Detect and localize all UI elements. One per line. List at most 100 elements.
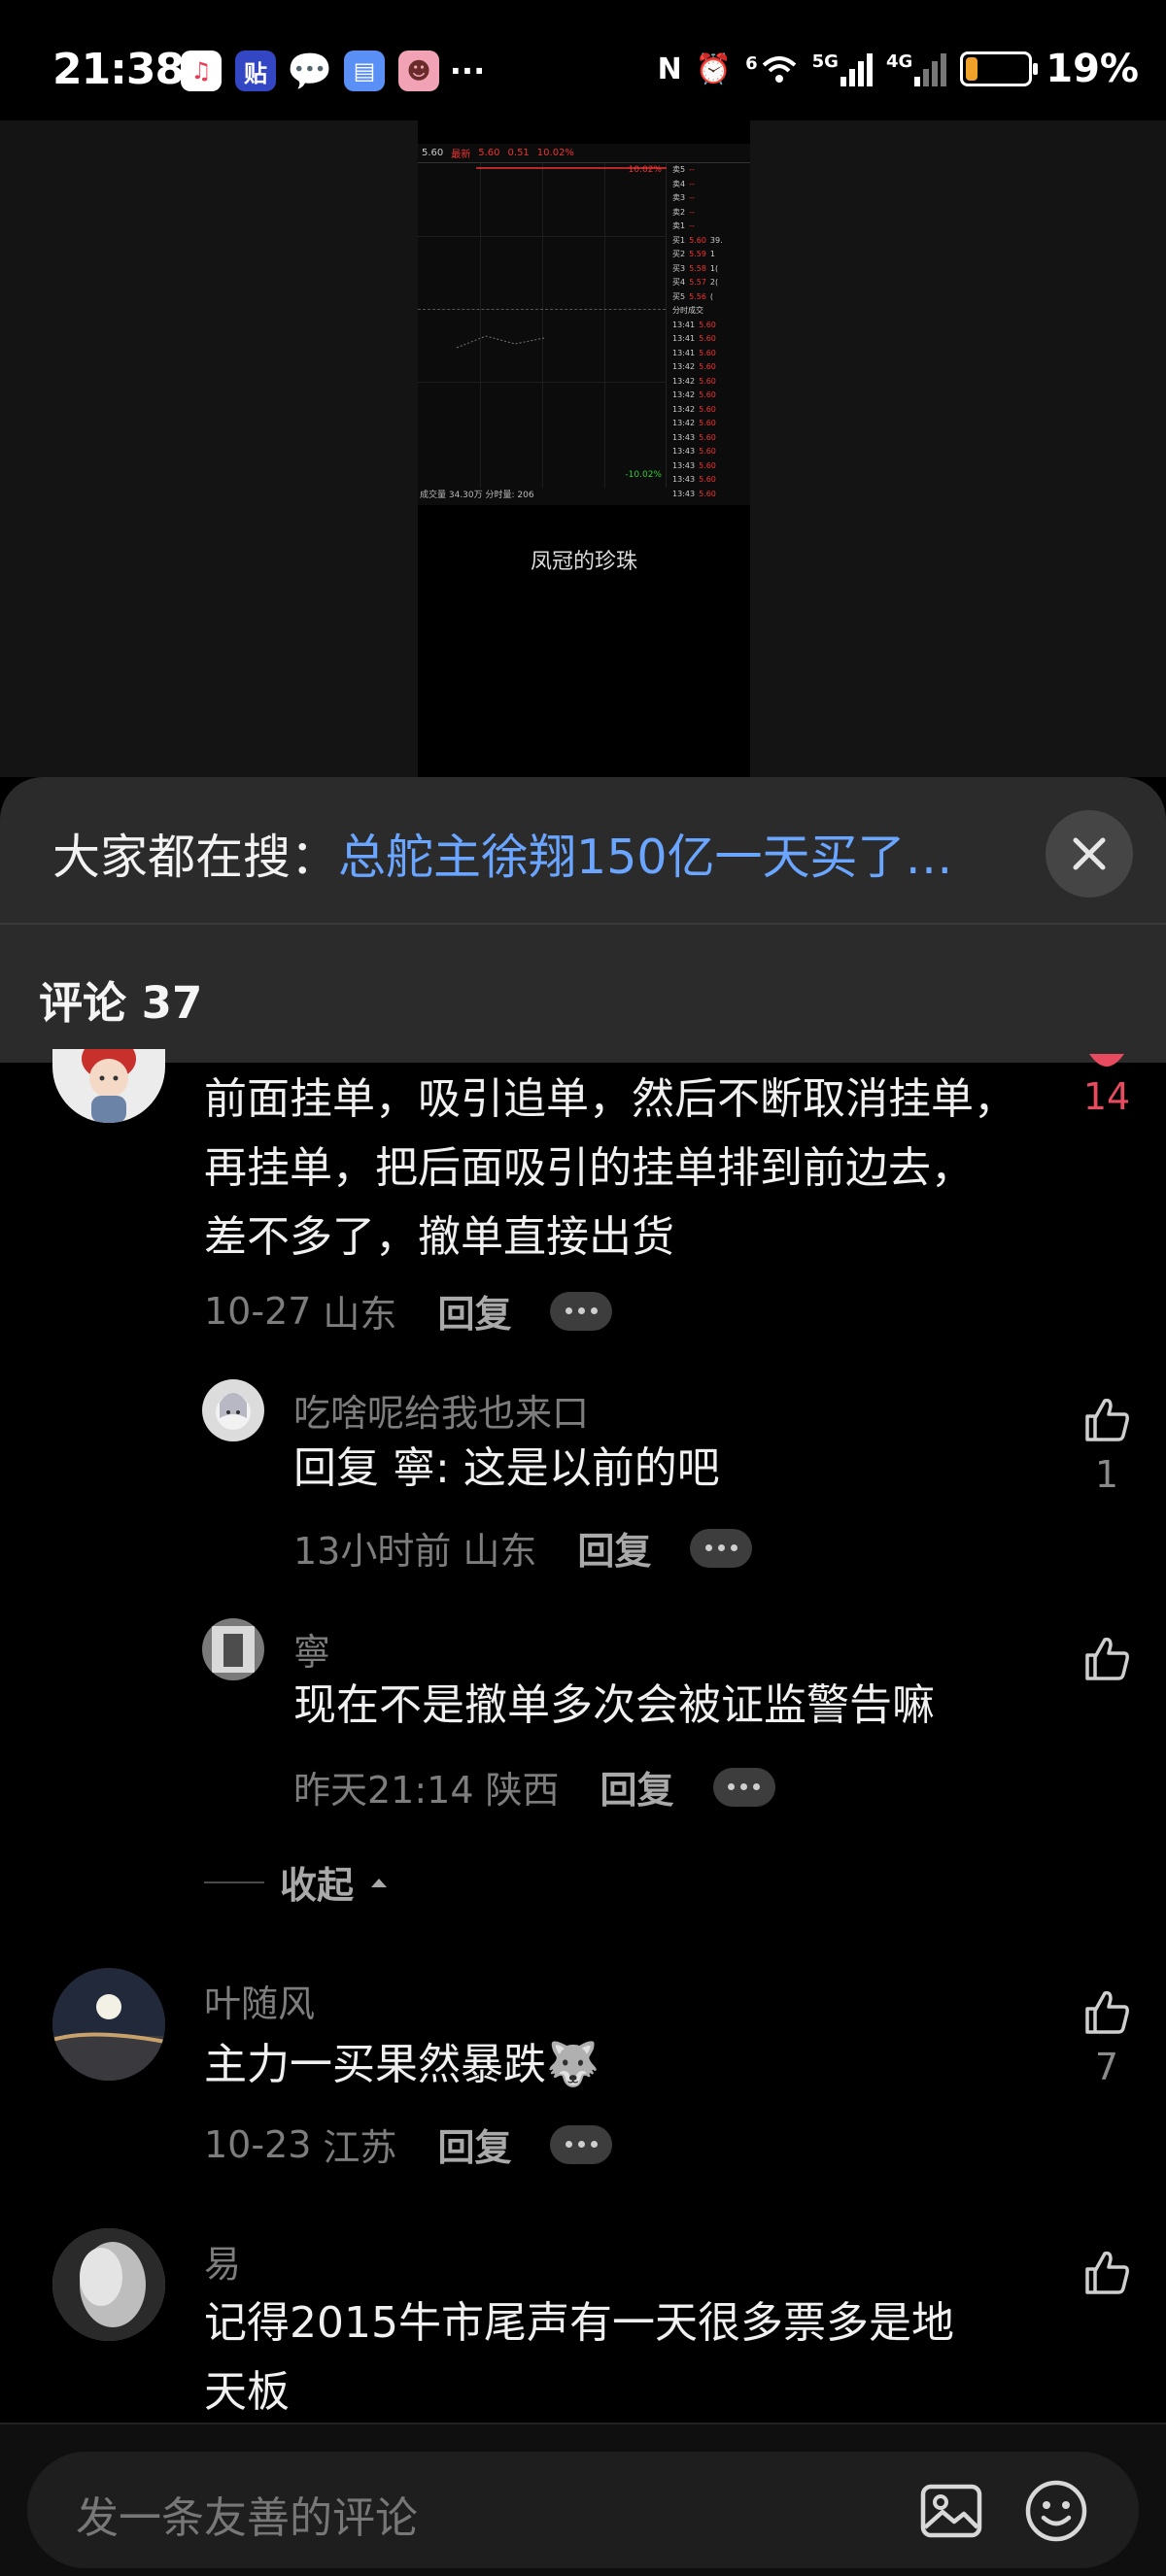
comment-author[interactable]: 叶随风 [204,1974,315,2027]
avatar[interactable] [52,1049,165,1123]
comment-text: 回复 寧: 这是以前的吧 [293,1443,720,1493]
order-book-row: 13:43 5.60 [672,489,716,498]
more-options-button[interactable] [690,1528,753,1568]
comment-sheet-header: 大家都在搜： 总舵主徐翔150亿一天买了… 评论 37 [0,777,1166,1063]
comment-location: 山东 [323,1293,397,1336]
comment-location: 山东 [463,1530,537,1573]
stock-header-pct: 10.02% [536,148,574,158]
order-book-row: 卖3 -- [672,193,695,202]
like-button[interactable]: 14 [1073,1053,1141,1118]
status-bar: 21:38 ♫ 贴 💬 ▤ ☻ ··· N ⏰ 6 5G 4G 19% [0,0,1166,120]
signal-5g-label: 5G [811,51,839,72]
collapse-replies-button[interactable]: 收起 [204,1855,389,1909]
comment-location: 江苏 [323,2126,397,2169]
like-button[interactable]: 1 [1073,1395,1141,1496]
more-options-button[interactable] [550,2124,613,2164]
thumbs-up-icon [1085,1637,1129,1680]
comment-author[interactable]: 易 [204,2234,241,2288]
divider [0,923,1166,925]
reply-button[interactable]: 回复 [437,1284,511,1338]
signal-5g-icon: 5G [812,51,873,86]
battery-text: 19% [1046,47,1139,91]
chevron-up-icon [371,1878,388,1887]
like-button[interactable]: 7 [1073,1987,1141,2088]
order-book-row: 卖5 -- [672,165,695,174]
comment-date: 昨天21:14 [293,1769,474,1812]
avatar[interactable] [202,1618,264,1680]
wifi-label: 6 [745,53,758,74]
comment-input-bar: 发一条友善的评论 [0,2423,1166,2576]
order-book-row: 买4 5.57 2( [672,278,719,287]
wifi-icon: 6 [745,53,799,85]
order-book-row: 13:41 5.60 [672,320,716,329]
tick-title: 分时成交 [672,306,703,315]
order-book-row: 卖4 -- [672,179,695,188]
like-button[interactable] [1073,2248,1141,2302]
order-book-row: 13:42 5.60 [672,362,716,371]
order-book-row: 买3 5.58 1( [672,263,719,273]
image-button[interactable] [919,2479,983,2543]
stock-header-label: 最新 [451,150,471,160]
comment-location: 陕西 [485,1769,560,1812]
comment-item: 前面挂单，吸引追单，然后不断取消挂单， 再挂单，把后面吸引的挂单排到前边去， 差… [0,1049,1166,1344]
stock-header-price: 5.60 [422,148,444,158]
comment-input[interactable]: 发一条友善的评论 [27,2452,1139,2568]
order-book-row: 13:42 5.60 [672,376,716,386]
more-options-button[interactable] [550,1291,613,1331]
more-options-button[interactable] [712,1767,775,1807]
tie-icon: 贴 [235,51,276,91]
emoji-icon [1025,2480,1087,2542]
comment-meta: 13小时前 山东 回复 [293,1521,753,1575]
signal-4g-label: 4G [885,51,913,72]
comment-date: 13小时前 [293,1530,452,1573]
reply-item: 寧 现在不是撤单多次会被证监警告嘛 昨天21:14 陕西 回复 [0,1618,1166,1822]
trending-search[interactable]: 大家都在搜： 总舵主徐翔150亿一天买了… [52,822,1024,885]
comment-text: 前面挂单，吸引追单，然后不断取消挂单， 再挂单，把后面吸引的挂单排到前边去， 差… [204,1074,1016,1262]
more-icon: ··· [449,52,486,89]
avatar[interactable] [52,2228,165,2341]
comment-text: 现在不是撤单多次会被证监警告嘛 [293,1680,935,1730]
collapse-label: 收起 [280,1864,355,1907]
battery-icon [960,51,1039,86]
stock-header-change: 0.51 [507,148,530,158]
reply-button[interactable]: 回复 [577,1521,651,1575]
order-book-row: 13:43 5.60 [672,432,716,442]
price-line [456,167,667,349]
comment-author[interactable]: 寧 [293,1622,330,1676]
order-book-row: 13:42 5.60 [672,404,716,414]
order-book-row: 13:42 5.60 [672,390,716,399]
thumbs-up-icon [1089,1054,1124,1067]
thumbs-up-icon [1085,1398,1129,1441]
system-icons: N ⏰ 6 5G 4G 19% [658,47,1139,91]
comment-text: 记得2015牛市尾声有一天很多票多是地 天板 [204,2298,954,2417]
image-icon [920,2484,982,2538]
order-book: 卖5 -- 卖4 -- 卖3 -- 卖2 -- 卖1 -- 买1 5.60 39. 买2 5.59 1 买3 5.… [669,163,750,505]
reply-button[interactable]: 回复 [600,1760,674,1813]
close-button[interactable] [1046,810,1133,898]
order-book-row: 13:43 5.60 [672,475,716,484]
avatar[interactable] [202,1379,264,1441]
like-button[interactable] [1073,1634,1141,1688]
emoji-button[interactable] [1022,2477,1090,2545]
reply-button[interactable]: 回复 [437,2118,511,2171]
comment-date: 10-27 [204,1289,312,1333]
comment-author[interactable]: 吃啥呢给我也来口 [293,1383,589,1437]
comment-text: 主力一买果然暴跌🐺 [204,2040,600,2089]
nfc-icon: N [657,51,682,86]
pct-bottom-label: -10.02% [625,470,662,480]
order-book-row: 卖1 -- [672,221,695,230]
trending-search-query[interactable]: 总舵主徐翔150亿一天买了… [338,822,953,885]
comment-meta: 10-27 山东 回复 [204,1284,613,1338]
face-icon: ☻ [398,51,439,91]
comment-meta: 昨天21:14 陕西 回复 [293,1760,775,1813]
thumbs-up-icon [1085,2251,1129,2294]
like-count: 7 [1094,2046,1119,2088]
comment-item: 叶随风 主力一买果然暴跌🐺 10-23 江苏 回复 7 [0,1968,1166,2172]
like-count: 1 [1094,1453,1119,1496]
reply-item: 吃啥呢给我也来口 回复 寧: 这是以前的吧 13小时前 山东 回复 1 [0,1379,1166,1593]
comments-count: 评论 37 [39,977,203,1029]
music-icon: ♫ [181,51,222,91]
order-book-row: 13:41 5.60 [672,334,716,343]
order-book-row: 买1 5.60 39. [672,235,723,245]
avatar[interactable] [52,1968,165,2081]
